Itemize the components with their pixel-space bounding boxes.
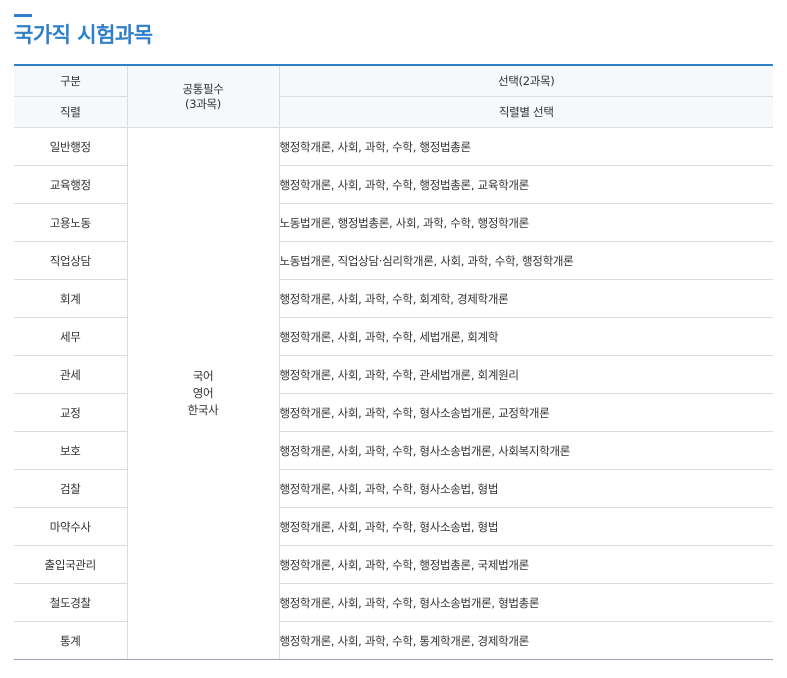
job-series-cell: 보호 bbox=[14, 431, 127, 470]
header-row: 구분 공통필수 (3과목) 선택(2과목) bbox=[14, 64, 773, 128]
elective-subjects-cell: 행정학개론, 사회, 과학, 수학, 형사소송법개론, 교정학개론 bbox=[278, 393, 773, 432]
job-series-cell: 출입국관리 bbox=[14, 545, 127, 584]
job-series-cell: 회계 bbox=[14, 279, 127, 318]
common-subject: 국어 bbox=[192, 369, 214, 383]
common-subject: 한국사 bbox=[187, 403, 219, 417]
header-common-required: 공통필수 (3과목) bbox=[126, 64, 279, 128]
job-series-cell: 관세 bbox=[14, 355, 127, 394]
header-category: 구분 bbox=[14, 64, 127, 97]
table-row: 일반행정 국어 영어 한국사 행정학개론, 사회, 과학, 수학, 행정법총론 bbox=[14, 127, 773, 660]
elective-subjects-cell: 행정학개론, 사회, 과학, 수학, 세법개론, 회계학 bbox=[278, 317, 773, 356]
elective-subjects-cell: 행정학개론, 사회, 과학, 수학, 형사소송법, 형법 bbox=[278, 469, 773, 508]
elective-subjects-cell: 행정학개론, 사회, 과학, 수학, 형사소송법개론, 형법총론 bbox=[278, 583, 773, 622]
header-common-count: (3과목) bbox=[185, 96, 221, 111]
elective-subjects-cell: 행정학개론, 사회, 과학, 수학, 회계학, 경제학개론 bbox=[278, 279, 773, 318]
job-series-cell: 교정 bbox=[14, 393, 127, 432]
header-common-required-label: 공통필수 bbox=[182, 81, 224, 96]
elective-subjects-cell: 행정학개론, 사회, 과학, 수학, 행정법총론, 국제법개론 bbox=[278, 545, 773, 584]
job-series-cell: 철도경찰 bbox=[14, 583, 127, 622]
elective-subjects-cell: 행정학개론, 사회, 과학, 수학, 통계학개론, 경제학개론 bbox=[278, 621, 773, 660]
header-elective-by-series: 직렬별 선택 bbox=[278, 96, 773, 128]
elective-subjects-cell: 행정학개론, 사회, 과학, 수학, 행정법총론 bbox=[278, 127, 773, 166]
job-series-cell: 고용노동 bbox=[14, 203, 127, 242]
job-series-cell: 검찰 bbox=[14, 469, 127, 508]
job-series-cell: 일반행정 bbox=[14, 127, 127, 166]
elective-subjects-cell: 노동법개론, 행정법총론, 사회, 과학, 수학, 행정학개론 bbox=[278, 203, 773, 242]
table-body: 일반행정 국어 영어 한국사 행정학개론, 사회, 과학, 수학, 행정법총론 교육행정 행… bbox=[14, 127, 773, 660]
table-header: 구분 공통필수 (3과목) 선택(2과목) 직렬 직렬별 선택 bbox=[14, 64, 773, 128]
header-elective: 선택(2과목) bbox=[278, 64, 773, 97]
common-subjects-cell: 국어영어한국사 bbox=[126, 127, 279, 660]
exam-subjects-table: 구분 공통필수 (3과목) 선택(2과목) 직렬 직렬별 선택 일반행정국어영어… bbox=[14, 64, 773, 660]
job-series-cell: 직업상담 bbox=[14, 241, 127, 280]
job-series-cell: 마약수사 bbox=[14, 507, 127, 546]
page-title-block: 국가직 시험과목 bbox=[14, 14, 153, 47]
page-title: 국가직 시험과목 bbox=[14, 23, 153, 47]
common-subject: 영어 bbox=[192, 386, 214, 400]
elective-subjects-cell: 행정학개론, 사회, 과학, 수학, 관세법개론, 회계원리 bbox=[278, 355, 773, 394]
job-series-cell: 교육행정 bbox=[14, 165, 127, 204]
job-series-cell: 세무 bbox=[14, 317, 127, 356]
elective-subjects-cell: 행정학개론, 사회, 과학, 수학, 행정법총론, 교육학개론 bbox=[278, 165, 773, 204]
title-accent-bar bbox=[14, 14, 32, 17]
elective-subjects-cell: 행정학개론, 사회, 과학, 수학, 형사소송법개론, 사회복지학개론 bbox=[278, 431, 773, 470]
job-series-cell: 통계 bbox=[14, 621, 127, 660]
elective-subjects-cell: 노동법개론, 직업상담·심리학개론, 사회, 과학, 수학, 행정학개론 bbox=[278, 241, 773, 280]
header-job-series: 직렬 bbox=[14, 96, 127, 128]
elective-subjects-cell: 행정학개론, 사회, 과학, 수학, 형사소송법, 형법 bbox=[278, 507, 773, 546]
